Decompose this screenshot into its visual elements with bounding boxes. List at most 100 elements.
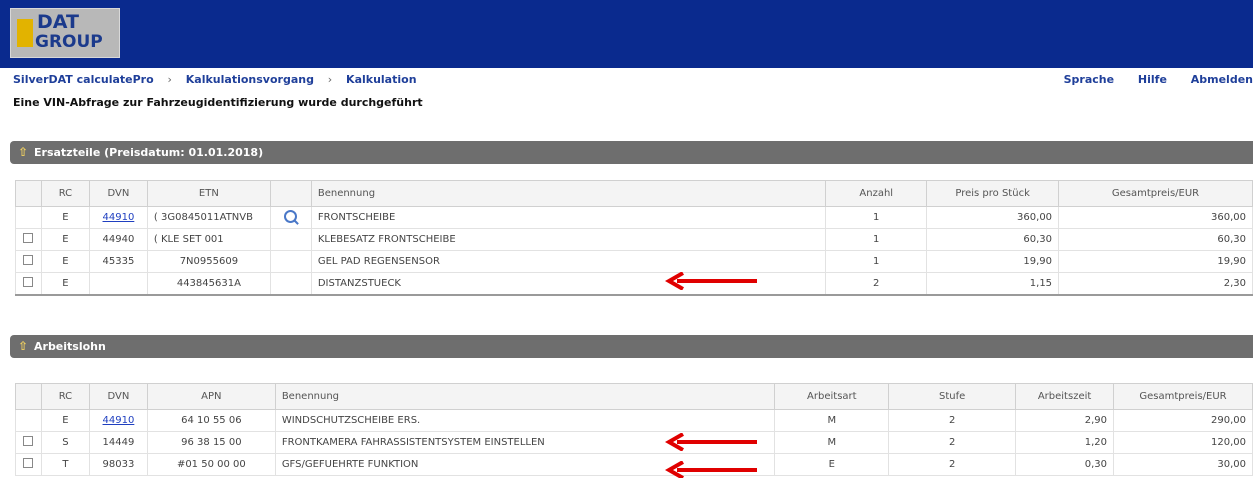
parts-section-header[interactable]: ⇧ Ersatzteile (Preisdatum: 01.01.2018) [10, 141, 1253, 164]
col-header-gesamt: Gesamtpreis/EUR [1113, 383, 1253, 410]
table-row[interactable]: E 443845631A DISTANZSTUECK 2 1,15 2,30 [15, 272, 1253, 296]
breadcrumb-separator: › [327, 73, 333, 86]
row-checkbox[interactable] [23, 436, 34, 446]
row-checkbox[interactable] [23, 277, 34, 287]
breadcrumb-item-kalkulationsvorgang[interactable]: Kalkulationsvorgang [186, 73, 314, 86]
col-header-stufe: Stufe [888, 383, 1017, 410]
info-message: Eine VIN-Abfrage zur Fahrzeugidentifizie… [13, 96, 423, 109]
cell-art: M [774, 431, 890, 454]
cell-rc: E [40, 228, 90, 251]
red-annotation-arrow [665, 272, 757, 290]
table-row[interactable]: E 44910 64 10 55 06 WINDSCHUTZSCHEIBE ER… [15, 409, 1253, 432]
logo-line2: GROUP [35, 32, 103, 52]
table-row[interactable]: E 44940 ( KLE SET 001 KLEBESATZ FRONTSCH… [15, 228, 1253, 251]
row-checkbox[interactable] [23, 255, 34, 265]
breadcrumb: SilverDAT calculatePro › Kalkulationsvor… [13, 73, 417, 86]
cell-total: 19,90 [1058, 250, 1253, 273]
breadcrumb-item-kalkulation[interactable]: Kalkulation [346, 73, 416, 86]
table-row[interactable]: S 14449 96 38 15 00 FRONTKAMERA FAHRASSI… [15, 431, 1253, 454]
cell-qty: 1 [825, 250, 928, 273]
cell-rc: E [40, 206, 90, 229]
cell-total: 120,00 [1113, 431, 1253, 454]
cell-stufe: 2 [888, 409, 1017, 432]
labor-section-header[interactable]: ⇧ Arbeitslohn [10, 335, 1253, 358]
col-header-preis: Preis pro Stück [926, 180, 1060, 207]
table-row[interactable]: E 44910 ( 3G0845011ATNVB FRONTSCHEIBE 1 … [15, 206, 1253, 229]
table-header-row: RC DVN ETN Benennung Anzahl Preis pro St… [15, 180, 1253, 207]
cell-art: M [774, 409, 890, 432]
cell-qty: 1 [825, 228, 928, 251]
cell-total: 2,30 [1058, 272, 1253, 296]
cell-dvn [88, 272, 148, 296]
col-header-dvn: DVN [88, 180, 148, 207]
logout-link[interactable]: Abmelden [1191, 73, 1253, 86]
cell-etn: ( KLE SET 001 [146, 228, 271, 251]
cell-stufe: 2 [888, 453, 1017, 476]
help-link[interactable]: Hilfe [1138, 73, 1167, 86]
cell-dvn: 44940 [88, 228, 148, 251]
language-link[interactable]: Sprache [1064, 73, 1114, 86]
col-header-rc: RC [40, 383, 90, 410]
cell-unit-price: 19,90 [926, 250, 1060, 273]
cell-rc: S [40, 431, 90, 454]
collapse-arrows-icon[interactable]: ⇧ [18, 335, 30, 358]
dvn-link[interactable]: 44910 [103, 212, 135, 223]
top-links: Sprache Hilfe Abmelden [1044, 73, 1253, 86]
col-header [269, 180, 312, 207]
dvn-link[interactable]: 44910 [103, 415, 135, 426]
cell-qty: 2 [825, 272, 928, 296]
labor-section-title: Arbeitslohn [34, 340, 106, 353]
labor-table: RC DVN APN Benennung Arbeitsart Stufe Ar… [15, 383, 1253, 476]
cell-dvn: 14449 [88, 431, 148, 454]
cell-qty: 1 [825, 206, 928, 229]
row-checkbox[interactable] [23, 233, 34, 243]
breadcrumb-separator: › [167, 73, 172, 86]
col-header-apn: APN [146, 383, 276, 410]
cell-name: GEL PAD REGENSENSOR [310, 250, 827, 273]
cell-zeit: 0,30 [1015, 453, 1115, 476]
row-select-empty [15, 206, 42, 229]
collapse-arrows-icon[interactable]: ⇧ [18, 141, 30, 164]
cell-apn: 96 38 15 00 [146, 431, 276, 454]
cell-etn: ( 3G0845011ATNVB [146, 206, 271, 229]
cell-zeit: 2,90 [1015, 409, 1115, 432]
cell-total: 30,00 [1113, 453, 1253, 476]
cell-rc: E [40, 409, 90, 432]
cell-stufe: 2 [888, 431, 1017, 454]
col-header-etn: ETN [146, 180, 271, 207]
col-header-rc: RC [40, 180, 90, 207]
col-header-anzahl: Anzahl [825, 180, 928, 207]
cell-rc: E [40, 272, 90, 296]
cell-name: FRONTSCHEIBE [310, 206, 827, 229]
red-annotation-arrow [665, 461, 757, 478]
cell-name: WINDSCHUTZSCHEIBE ERS. [274, 409, 776, 432]
col-header-gesamt: Gesamtpreis/EUR [1058, 180, 1253, 207]
red-annotation-arrow [665, 433, 757, 451]
col-header-arbeitsart: Arbeitsart [774, 383, 890, 410]
cell-apn: #01 50 00 00 [146, 453, 276, 476]
cell-dvn: 45335 [88, 250, 148, 273]
cell-rc: T [40, 453, 90, 476]
cell-total: 360,00 [1058, 206, 1253, 229]
cell-art: E [774, 453, 890, 476]
col-header [15, 383, 42, 410]
row-checkbox[interactable] [23, 458, 34, 468]
cell-unit-price: 360,00 [926, 206, 1060, 229]
breadcrumb-item-silverdat[interactable]: SilverDAT calculatePro [13, 73, 154, 86]
dat-group-logo[interactable]: DAT GROUP [10, 8, 120, 58]
col-header-benennung: Benennung [310, 180, 827, 207]
col-header-dvn: DVN [88, 383, 148, 410]
cell-etn: 443845631A [146, 272, 271, 296]
cell-apn: 64 10 55 06 [146, 409, 276, 432]
cell-name: KLEBESATZ FRONTSCHEIBE [310, 228, 827, 251]
table-row[interactable]: T 98033 #01 50 00 00 GFS/GEFUEHRTE FUNKT… [15, 453, 1253, 476]
magnifier-icon[interactable] [284, 209, 298, 223]
table-header-row: RC DVN APN Benennung Arbeitsart Stufe Ar… [15, 383, 1253, 410]
cell-rc: E [40, 250, 90, 273]
row-select-empty [15, 409, 42, 432]
cell-unit-price: 60,30 [926, 228, 1060, 251]
table-row[interactable]: E 45335 7N0955609 GEL PAD REGENSENSOR 1 … [15, 250, 1253, 273]
cell-etn: 7N0955609 [146, 250, 271, 273]
cell-zeit: 1,20 [1015, 431, 1115, 454]
col-header-benennung: Benennung [274, 383, 776, 410]
